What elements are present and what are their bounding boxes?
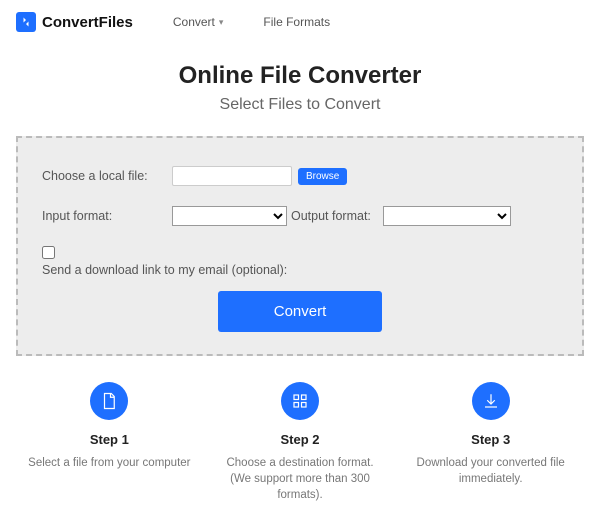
output-format-label: Output format:: [291, 209, 371, 223]
browse-button[interactable]: Browse: [298, 168, 347, 185]
step-3-title: Step 3: [405, 432, 576, 447]
logo[interactable]: ConvertFiles: [16, 12, 133, 32]
logo-icon: [16, 12, 36, 32]
format-row: Input format: Output format:: [42, 206, 558, 226]
step-3-desc: Download your converted file immediately…: [405, 455, 576, 487]
email-checkbox[interactable]: [42, 246, 55, 259]
chevron-down-icon: ▾: [219, 17, 224, 28]
convert-button[interactable]: Convert: [218, 291, 383, 332]
header: ConvertFiles Convert ▾ File Formats: [0, 0, 600, 44]
nav-convert-label: Convert: [173, 15, 215, 29]
nav-file-formats[interactable]: File Formats: [263, 15, 330, 29]
input-format-label: Input format:: [42, 209, 172, 223]
grid-icon: [281, 382, 319, 420]
email-label: Send a download link to my email (option…: [42, 263, 287, 277]
file-row: Choose a local file: Browse: [42, 166, 558, 186]
converter-box: Choose a local file: Browse Input format…: [16, 136, 584, 356]
step-2-desc: Choose a destination format. (We support…: [215, 455, 386, 503]
steps: Step 1 Select a file from your computer …: [16, 382, 584, 503]
step-2: Step 2 Choose a destination format. (We …: [215, 382, 386, 503]
step-3: Step 3 Download your converted file imme…: [405, 382, 576, 503]
convert-wrap: Convert: [42, 291, 558, 332]
input-format-select[interactable]: [172, 206, 287, 226]
email-row: Send a download link to my email (option…: [42, 246, 558, 277]
download-icon: [472, 382, 510, 420]
file-icon: [90, 382, 128, 420]
step-1-desc: Select a file from your computer: [24, 455, 195, 471]
output-format-select[interactable]: [383, 206, 511, 226]
choose-file-label: Choose a local file:: [42, 169, 172, 183]
page-subtitle: Select Files to Convert: [16, 96, 584, 114]
step-2-title: Step 2: [215, 432, 386, 447]
nav: Convert ▾ File Formats: [173, 15, 330, 29]
brand-name: ConvertFiles: [42, 14, 133, 31]
nav-convert[interactable]: Convert ▾: [173, 15, 224, 29]
main: Online File Converter Select Files to Co…: [0, 62, 600, 519]
nav-formats-label: File Formats: [263, 15, 330, 29]
file-path-input[interactable]: [172, 166, 292, 186]
page-title: Online File Converter: [16, 62, 584, 90]
step-1-title: Step 1: [24, 432, 195, 447]
step-1: Step 1 Select a file from your computer: [24, 382, 195, 503]
